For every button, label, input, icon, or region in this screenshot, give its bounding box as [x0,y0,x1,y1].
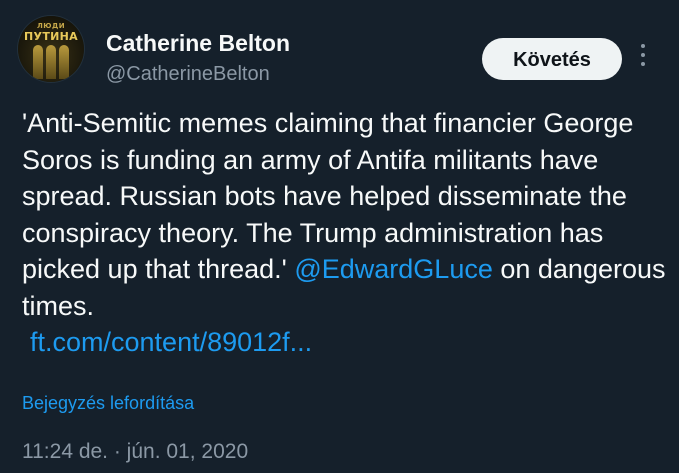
author-handle[interactable]: @CatherineBelton [106,63,270,86]
article-link[interactable]: ft.com/content/89012f... [30,324,312,361]
timestamp[interactable]: 11:24 de. · jún. 01, 2020 [22,440,248,464]
avatar[interactable]: ЛЮДИ ПУТИНА [18,16,84,82]
dot [641,44,645,48]
more-vertical-icon[interactable] [636,44,650,74]
follow-button[interactable]: Követés [482,38,622,80]
avatar-figure [46,45,56,79]
translate-post-link[interactable]: Bejegyzés lefordítása [22,393,194,414]
avatar-figures [18,43,84,82]
avatar-text-main: ПУТИНА [24,30,78,43]
dot [641,53,645,57]
tweet-text: 'Anti-Semitic memes claiming that financ… [22,105,672,361]
avatar-text-top: ЛЮДИ [36,22,66,30]
avatar-figure [59,45,69,79]
avatar-figure [33,45,43,79]
dot [641,62,645,66]
author-name[interactable]: Catherine Belton [106,30,290,57]
mention-link[interactable]: @EdwardGLuce [294,254,493,284]
